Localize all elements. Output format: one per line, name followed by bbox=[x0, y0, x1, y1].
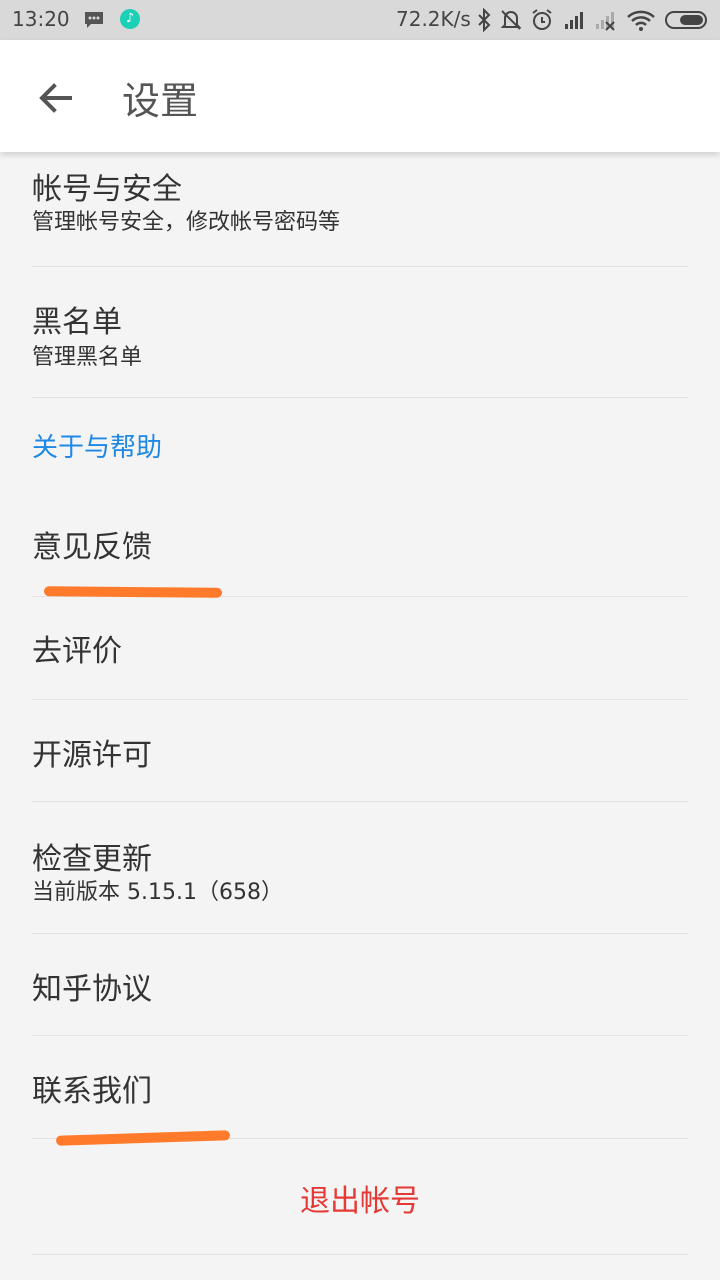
settings-item-contact-us[interactable]: 联系我们 bbox=[32, 1036, 688, 1139]
logout-button[interactable]: 退出帐号 bbox=[0, 1176, 720, 1220]
music-app-icon: ♪ bbox=[120, 9, 140, 29]
item-title: 开源许可 bbox=[32, 738, 152, 773]
section-header-about-help: 关于与帮助 bbox=[32, 433, 163, 463]
battery-icon bbox=[665, 11, 707, 29]
alarm-icon bbox=[532, 9, 552, 30]
item-title: 去评价 bbox=[32, 634, 122, 669]
status-time: 13:20 bbox=[12, 7, 70, 31]
page-title: 设置 bbox=[122, 79, 199, 123]
settings-item-account-security[interactable]: 帐号与安全 管理帐号安全，修改帐号密码等 bbox=[32, 152, 688, 267]
mute-icon bbox=[500, 10, 522, 30]
network-speed: 72.2K/s bbox=[396, 7, 471, 31]
settings-item-feedback[interactable]: 意见反馈 bbox=[32, 496, 688, 597]
settings-item-rate[interactable]: 去评价 bbox=[32, 597, 688, 700]
settings-item-check-update[interactable]: 检查更新 当前版本 5.15.1（658） bbox=[32, 802, 688, 934]
settings-item-blacklist[interactable]: 黑名单 管理黑名单 bbox=[32, 267, 688, 398]
item-title: 黑名单 bbox=[32, 305, 122, 340]
app-toolbar: 设置 bbox=[0, 40, 720, 152]
item-title: 知乎协议 bbox=[32, 972, 152, 1007]
item-title: 联系我们 bbox=[32, 1074, 152, 1109]
item-title: 帐号与安全 bbox=[32, 172, 182, 207]
bluetooth-icon bbox=[478, 8, 491, 32]
no-signal-icon bbox=[596, 12, 615, 31]
version-text: 当前版本 5.15.1（658） bbox=[32, 880, 283, 905]
wifi-icon bbox=[627, 10, 655, 31]
status-bar: 13:20 ♪ 72.2K/s bbox=[0, 0, 720, 40]
signal-icon bbox=[565, 12, 583, 29]
settings-item-open-source-licenses[interactable]: 开源许可 bbox=[32, 700, 688, 802]
item-title: 意见反馈 bbox=[32, 530, 152, 565]
item-subtitle: 管理黑名单 bbox=[32, 345, 143, 370]
settings-item-zhihu-agreement[interactable]: 知乎协议 bbox=[32, 934, 688, 1036]
message-icon bbox=[85, 12, 103, 28]
item-subtitle: 管理帐号安全，修改帐号密码等 bbox=[32, 210, 341, 235]
highlight-stroke bbox=[43, 586, 223, 598]
item-title: 检查更新 bbox=[32, 842, 152, 877]
arrow-left-icon[interactable] bbox=[34, 76, 78, 120]
